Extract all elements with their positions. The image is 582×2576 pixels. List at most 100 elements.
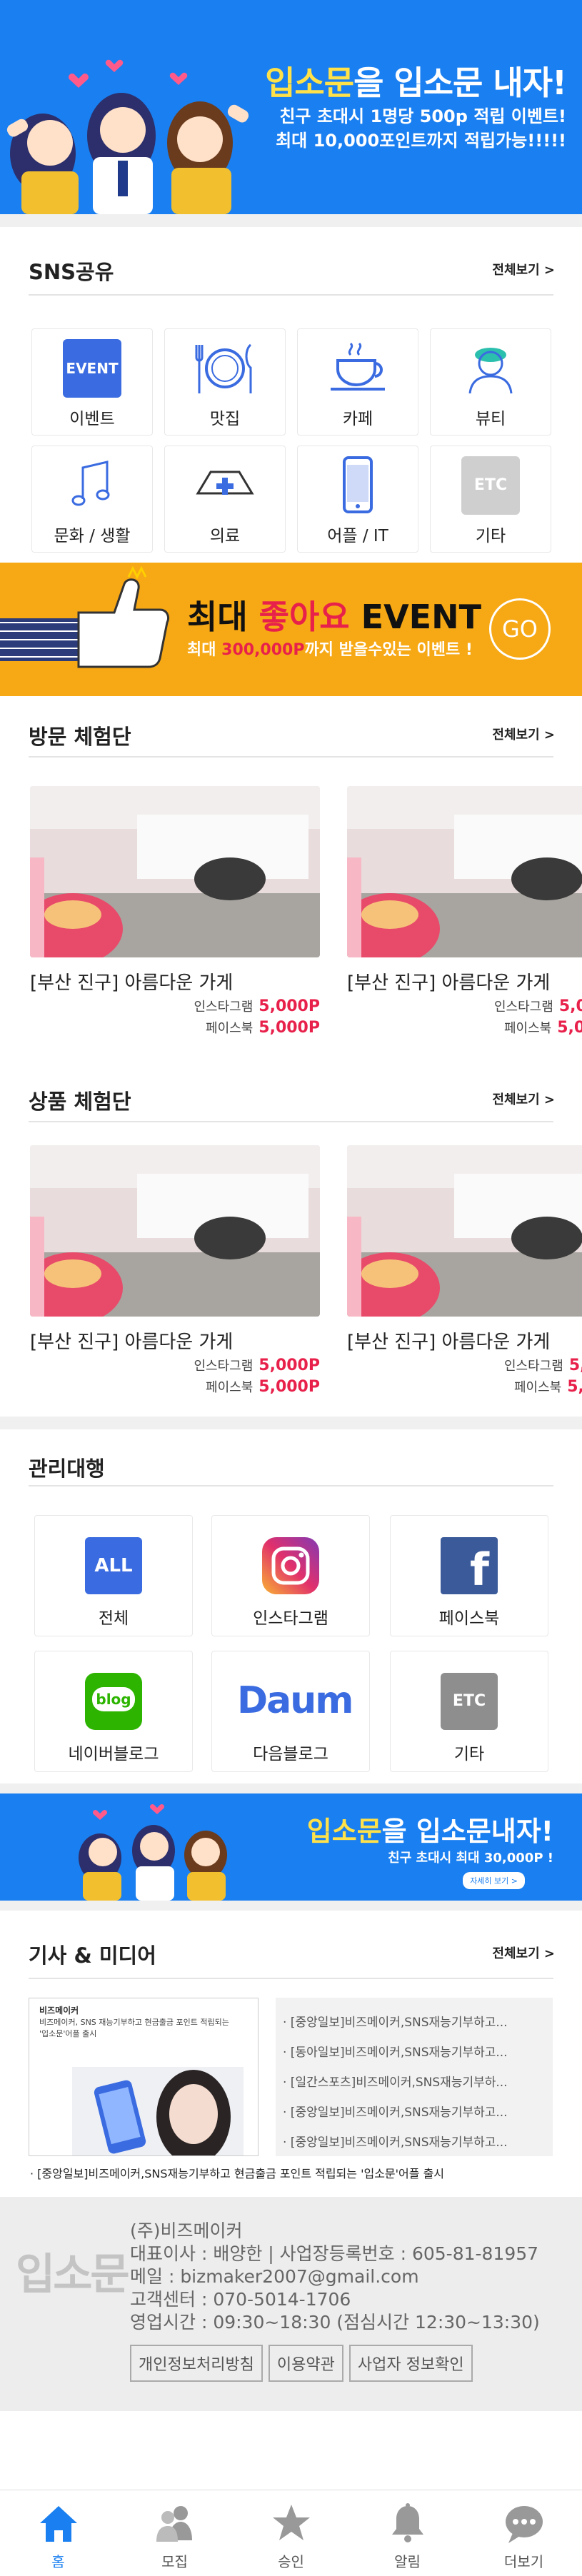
privacy-policy-button[interactable]: 개인정보처리방침 (130, 2345, 263, 2382)
section-title: 관리대행 (29, 1456, 105, 1481)
sns-category-beauty[interactable]: 뷰티 (430, 328, 551, 436)
view-all-link[interactable]: 전체보기 > (492, 1090, 555, 1108)
sns-category-label: 의료 (209, 527, 241, 545)
manage-category-naver-blog[interactable]: blog 네이버블로그 (34, 1651, 193, 1772)
sns-category-etc[interactable]: ETC 기타 (430, 446, 551, 553)
etc-icon: ETC (441, 1673, 498, 1730)
business-info-button[interactable]: 사업자 정보확인 (348, 2345, 473, 2382)
hero-line-2: 최대 10,000포인트까지 적립가능!!!!! (276, 131, 566, 151)
go-button[interactable]: GO (489, 598, 551, 660)
salon-photo (340, 786, 582, 965)
manage-category-all[interactable]: ALL 전체 (34, 1515, 193, 1636)
facebook-icon: f (441, 1537, 498, 1594)
section-divider (0, 1901, 582, 1911)
manage-category-daum-blog[interactable]: Daum 다음블로그 (211, 1651, 370, 1772)
footer-links: 개인정보처리방침 이용약관 사업자 정보확인 (130, 2345, 478, 2382)
sns-category-label: 이벤트 (69, 410, 115, 428)
card-title: [부산 진구] 아름다운 가게 (347, 972, 551, 994)
tab-label: 더보기 (503, 2553, 544, 2570)
manage-category-label: 기타 (453, 1745, 485, 1764)
bottom-tab-bar: 홈 모집 승인 알림 더보기 (0, 2490, 582, 2575)
hero-line-1: 친구 초대시 1명당 500p 적립 이벤트! (279, 106, 566, 126)
daum-icon: Daum (237, 1679, 353, 1722)
experience-card[interactable]: [부산 진구] 아름다운 가게 인스타그램5,000P 페이스북5,000P (340, 1145, 582, 1396)
news-item[interactable]: · [일간스포츠]비즈메이커,SNS재능기부하... (283, 2068, 508, 2098)
facebook-reward: 페이스북5,000P (514, 1378, 582, 1396)
hero-illustration (6, 59, 249, 214)
instagram-reward: 인스타그램5,000P (504, 1357, 582, 1374)
sns-category-label: 뷰티 (475, 410, 506, 428)
home-icon (40, 2506, 77, 2542)
view-all-link[interactable]: 전체보기 > (492, 1943, 555, 1962)
manage-category-label: 인스타그램 (253, 1609, 328, 1628)
model-photo (72, 2067, 244, 2155)
experience-card[interactable]: [부산 진구] 아름다운 가게 인스타그램5,000P 페이스북5,000P (340, 786, 582, 1037)
tab-approval[interactable]: 승인 (233, 2490, 349, 2576)
event-icon: EVENT (63, 339, 121, 398)
sns-category-event[interactable]: EVENT 이벤트 (31, 328, 153, 436)
facebook-reward: 페이스북5,000P (504, 1019, 582, 1037)
product-section-header: 상품 체험단 전체보기 > (0, 1061, 582, 1122)
star-icon (273, 2505, 310, 2540)
visit-card-list: [부산 진구] 아름다운 가게 인스타그램 5,000P 페이스북 5,000P [… (0, 786, 582, 1061)
news-caption-row: · [중앙일보]비즈메이커,SNS재능기부하고 현금출금 포인트 적립되는 '입… (0, 2147, 582, 2197)
sns-category-grid: EVENT 이벤트 맛집 카페 뷰티 문화 / 생활 의료 어플 / IT ET… (0, 296, 582, 563)
manage-category-label: 네이버블로그 (68, 1745, 159, 1764)
naver-blog-icon: blog (85, 1673, 142, 1730)
tab-more[interactable]: 더보기 (466, 2490, 582, 2576)
news-item[interactable]: · [중앙일보]비즈메이커,SNS재능기부하고... (283, 2098, 508, 2128)
sns-category-app-it[interactable]: 어플 / IT (297, 446, 418, 553)
sns-category-culture[interactable]: 문화 / 생활 (31, 446, 153, 553)
news-thumbnail[interactable]: 비즈메이커 비즈메이커, SNS 재능기부하고 현금출금 포인트 적립되는 '입소… (29, 1998, 259, 2156)
section-divider (0, 1417, 582, 1429)
sns-category-label: 카페 (342, 410, 373, 428)
view-all-link[interactable]: 전체보기 > (492, 260, 555, 278)
salon-photo (23, 1145, 320, 1324)
like-event-banner[interactable]: 최대 좋아요 EVENT 최대 300,000P까지 받을수있는 이벤트 ! G… (0, 563, 582, 696)
event-subtitle: 최대 300,000P까지 받을수있는 이벤트 ! (187, 641, 473, 659)
facebook-reward: 페이스북5,000P (206, 1019, 320, 1037)
tab-label: 승인 (278, 2553, 304, 2570)
sns-category-medical[interactable]: 의료 (164, 446, 286, 553)
section-divider (0, 1783, 582, 1793)
detail-button[interactable]: 자세히 보기 > (463, 1872, 525, 1889)
facebook-reward: 페이스북5,000P (206, 1378, 320, 1396)
manage-category-instagram[interactable]: 인스타그램 (211, 1515, 370, 1636)
terms-button[interactable]: 이용약관 (268, 2345, 343, 2382)
news-caption[interactable]: · [중앙일보]비즈메이커,SNS재능기부하고 현금출금 포인트 적립되는 '입… (30, 2164, 444, 2181)
instagram-icon (262, 1537, 319, 1594)
visit-section-header: 방문 체험단 전체보기 > (0, 696, 582, 758)
view-all-link[interactable]: 전체보기 > (492, 725, 555, 743)
company-hours: 영업시간 : 09:30~18:30 (점심시간 12:30~13:30) (130, 2312, 540, 2333)
experience-card[interactable]: [부산 진구] 아름다운 가게 인스타그램5,000P 페이스북5,000P (23, 1145, 320, 1396)
card-title: [부산 진구] 아름다운 가게 (30, 972, 234, 994)
media-news: 비즈메이커 비즈메이커, SNS 재능기부하고 현금출금 포인트 적립되는 '입소… (0, 1979, 582, 2156)
manage-category-label: 페이스북 (438, 1609, 500, 1628)
media-section-header: 기사 & 미디어 전체보기 > (0, 1911, 582, 1979)
news-item[interactable]: · [동아일보]비즈메이커,SNS재능기부하고... (283, 2038, 508, 2068)
company-footer: 입소문 (주)비즈메이커 대표이사 : 배양한 | 사업장등록번호 : 605-… (0, 2197, 582, 2411)
salon-photo (340, 1145, 582, 1324)
news-item[interactable]: · [중앙일보]비즈메이커,SNS재능기부하고... (283, 2008, 508, 2038)
sns-category-label: 기타 (475, 527, 506, 545)
manage-category-grid: ALL 전체 인스타그램 f 페이스북 blog 네이버블로그 Daum 다음블… (0, 1486, 582, 1779)
invite-illustration (79, 1803, 227, 1901)
tab-notifications[interactable]: 알림 (349, 2490, 466, 2576)
medical-cap-icon (196, 471, 254, 495)
sns-category-label: 어플 / IT (327, 527, 388, 545)
manage-category-facebook[interactable]: f 페이스북 (390, 1515, 548, 1636)
invite-banner[interactable]: 입소문을 입소문내자! 친구 초대시 최대 30,000P ! 자세히 보기 > (0, 1793, 582, 1901)
sns-section-header: SNS공유 전체보기 > (0, 227, 582, 296)
experience-card[interactable]: [부산 진구] 아름다운 가게 인스타그램5,000P 페이스북5,000P (23, 786, 320, 1037)
tab-recruit[interactable]: 모집 (116, 2490, 233, 2576)
hero-banner[interactable]: 입소문을 입소문 내자! 친구 초대시 1명당 500p 적립 이벤트! 최대 … (0, 0, 582, 214)
sns-category-cafe[interactable]: 카페 (297, 328, 418, 436)
company-ceo: 대표이사 : 배양한 | 사업장등록번호 : 605-81-81957 (130, 2243, 539, 2264)
sns-category-food[interactable]: 맛집 (164, 328, 286, 436)
tab-home[interactable]: 홈 (0, 2490, 116, 2576)
tab-label: 알림 (394, 2553, 421, 2570)
thumb-headline: 비즈메이커, SNS 재능기부하고 현금출금 포인트 적립되는 '입소문'어플 출… (39, 2018, 229, 2038)
manage-category-etc[interactable]: ETC 기타 (390, 1651, 548, 1772)
company-info: (주)비즈메이커 대표이사 : 배양한 | 사업장등록번호 : 605-81-8… (130, 2220, 540, 2334)
people-icon (156, 2506, 192, 2542)
